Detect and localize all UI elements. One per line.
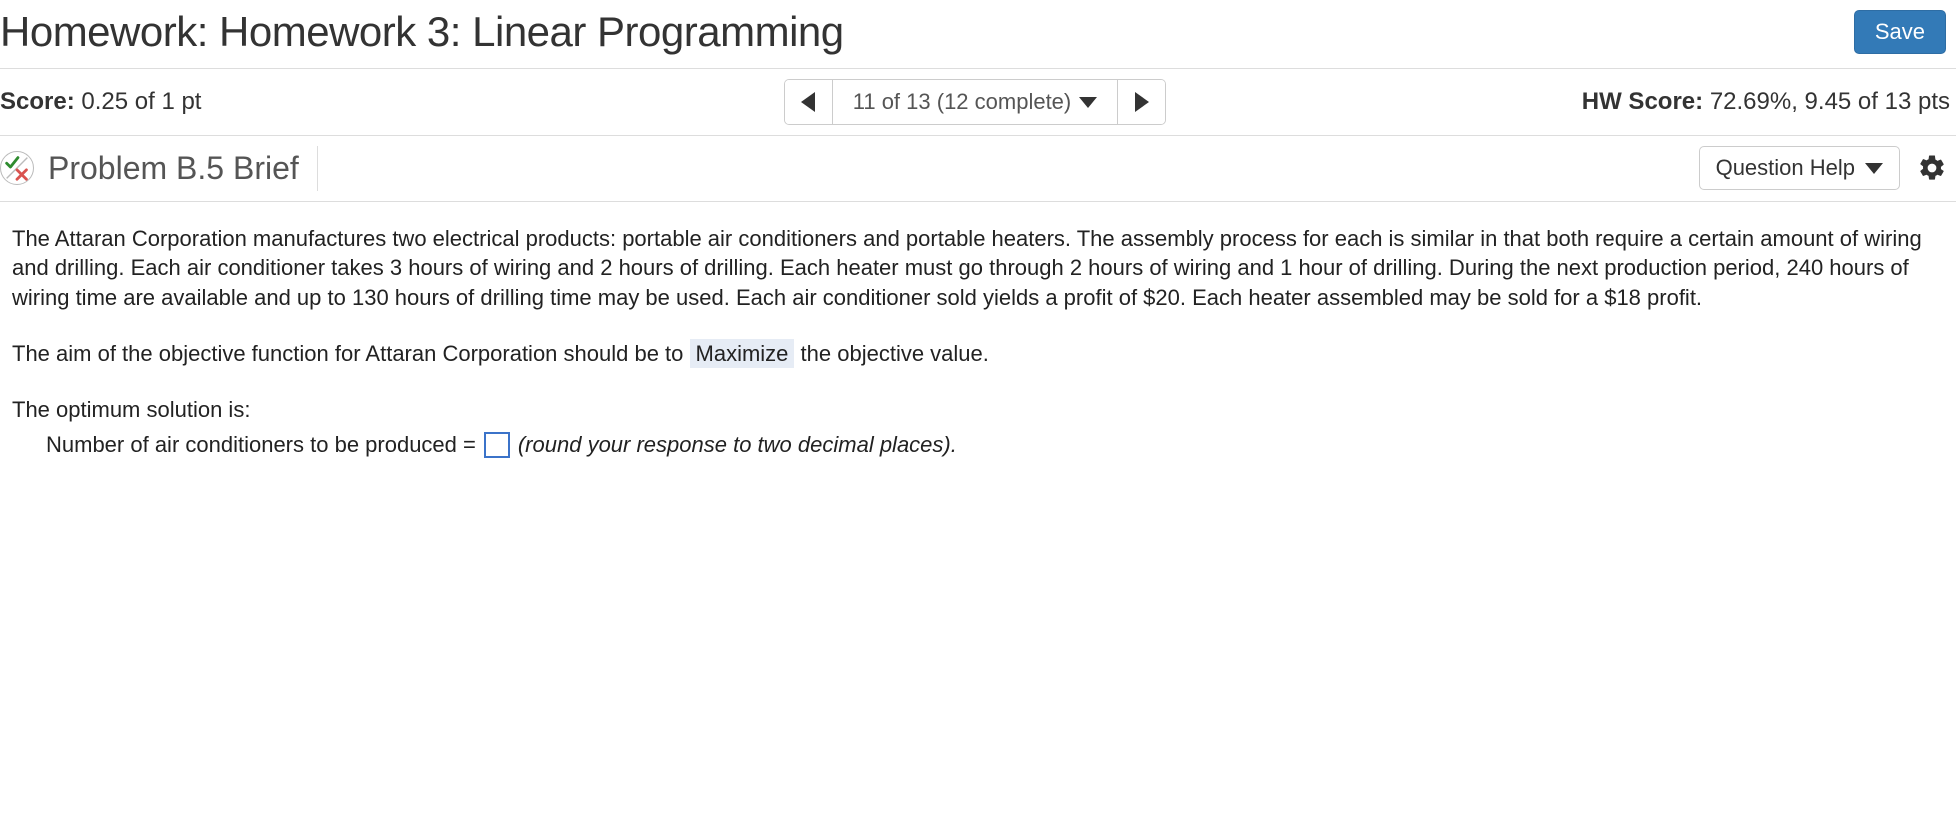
objective-line: The aim of the objective function for At… (12, 339, 1944, 369)
save-button[interactable]: Save (1854, 10, 1946, 54)
score-label: Score: (0, 88, 75, 115)
score-bar: Score: 0.25 of 1 pt 11 of 13 (12 complet… (0, 69, 1956, 136)
chevron-down-icon (1079, 97, 1097, 108)
problem-title: Problem B.5 Brief (48, 146, 318, 191)
question-position-text: 11 of 13 (12 complete) (853, 89, 1072, 115)
problem-statement: The Attaran Corporation manufactures two… (12, 224, 1944, 313)
answer-row: Number of air conditioners to be produce… (12, 430, 1944, 460)
hw-score-display: HW Score: 72.69%, 9.45 of 13 pts (1300, 88, 1950, 116)
triangle-left-icon (801, 92, 815, 112)
problem-header: Problem B.5 Brief Question Help (0, 136, 1956, 202)
chevron-down-icon (1865, 163, 1883, 174)
settings-button[interactable] (1914, 150, 1950, 186)
score-value: 0.25 of 1 pt (81, 88, 201, 115)
solution-header: The optimum solution is: (12, 395, 1944, 425)
objective-suffix: the objective value. (801, 341, 989, 366)
prev-question-button[interactable] (785, 80, 833, 124)
answer-hint: (round your response to two decimal plac… (518, 430, 957, 460)
question-position-dropdown[interactable]: 11 of 13 (12 complete) (833, 80, 1118, 124)
hw-score-value: 72.69%, 9.45 of 13 pts (1710, 88, 1950, 115)
partial-credit-icon (0, 151, 34, 185)
gear-icon (1917, 153, 1947, 183)
hw-score-label: HW Score: (1582, 88, 1703, 115)
question-help-label: Question Help (1716, 155, 1855, 181)
question-body: The Attaran Corporation manufactures two… (0, 202, 1956, 472)
answer-input[interactable] (484, 432, 510, 458)
question-help-button[interactable]: Question Help (1699, 146, 1900, 190)
objective-dropdown[interactable]: Maximize (690, 339, 795, 368)
answer-label: Number of air conditioners to be produce… (46, 430, 476, 460)
page-title: Homework: Homework 3: Linear Programming (0, 8, 844, 56)
triangle-right-icon (1135, 92, 1149, 112)
header-bar: Homework: Homework 3: Linear Programming… (0, 0, 1956, 69)
objective-prefix: The aim of the objective function for At… (12, 341, 690, 366)
score-display: Score: 0.25 of 1 pt (0, 88, 650, 116)
question-nav: 11 of 13 (12 complete) (784, 79, 1167, 125)
next-question-button[interactable] (1117, 80, 1165, 124)
